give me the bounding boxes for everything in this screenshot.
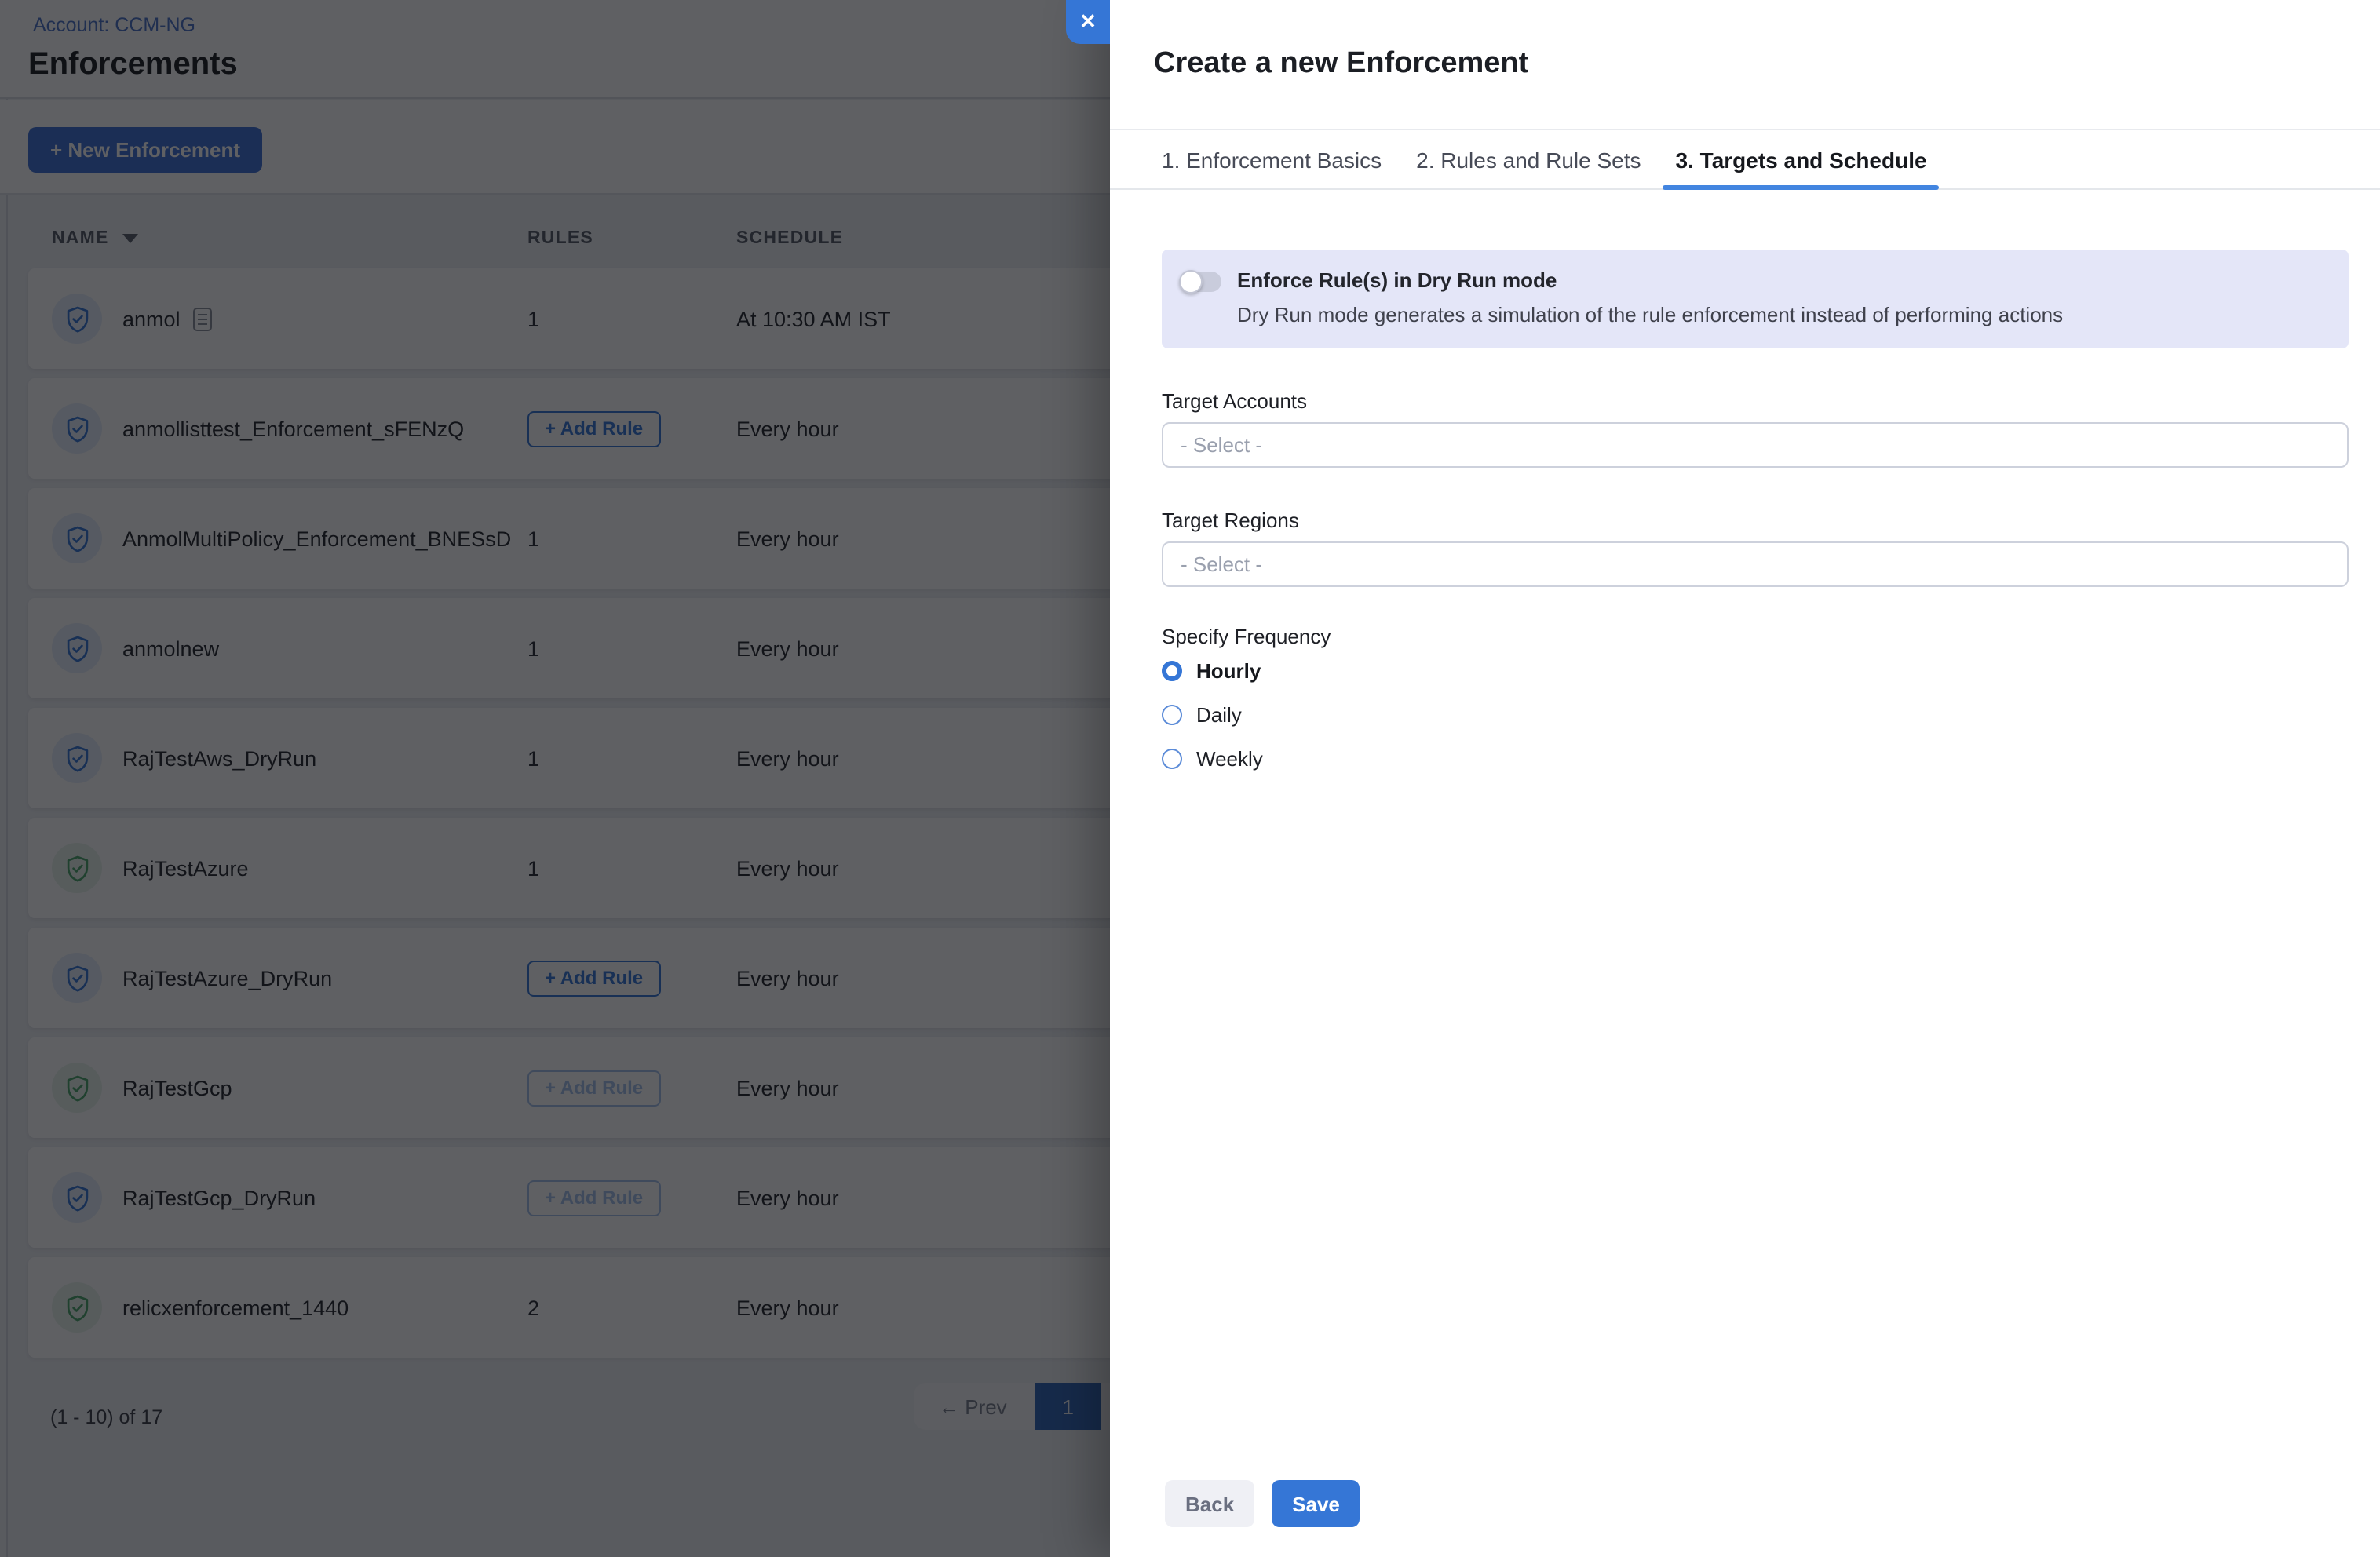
radio-icon <box>1162 749 1182 769</box>
modal-tab-bar: 1. Enforcement Basics 2. Rules and Rule … <box>1110 129 2380 190</box>
tab-rules-and-rule-sets[interactable]: 2. Rules and Rule Sets <box>1404 130 1653 188</box>
radio-icon <box>1162 705 1182 725</box>
dry-run-text: Enforce Rule(s) in Dry Run mode Dry Run … <box>1237 267 2063 330</box>
tab-enforcement-basics[interactable]: 1. Enforcement Basics <box>1149 130 1394 188</box>
dry-run-banner: Enforce Rule(s) in Dry Run mode Dry Run … <box>1162 250 2349 348</box>
specify-frequency-label: Specify Frequency <box>1162 625 2349 648</box>
save-button[interactable]: Save <box>1272 1480 1360 1527</box>
frequency-option-label: Daily <box>1196 703 1242 727</box>
back-button[interactable]: Back <box>1165 1480 1254 1527</box>
tab-targets-and-schedule[interactable]: 3. Targets and Schedule <box>1663 130 1940 188</box>
frequency-option-daily[interactable]: Daily <box>1162 694 2349 736</box>
dry-run-toggle[interactable] <box>1181 272 1221 292</box>
dry-run-title: Enforce Rule(s) in Dry Run mode <box>1237 267 2063 295</box>
dry-run-description: Dry Run mode generates a simulation of t… <box>1237 301 2063 330</box>
create-enforcement-panel: ✕ Create a new Enforcement 1. Enforcemen… <box>1110 0 2380 1557</box>
target-regions-select[interactable]: - Select - <box>1162 541 2349 587</box>
frequency-option-weekly[interactable]: Weekly <box>1162 738 2349 780</box>
modal-body: Enforce Rule(s) in Dry Run mode Dry Run … <box>1162 190 2349 1463</box>
toggle-knob <box>1179 270 1203 294</box>
frequency-option-hourly[interactable]: Hourly <box>1162 650 2349 692</box>
target-regions-label: Target Regions <box>1162 509 2349 534</box>
modal-title: Create a new Enforcement <box>1154 47 1528 82</box>
target-accounts-select[interactable]: - Select - <box>1162 422 2349 468</box>
modal-footer: Back Save <box>1165 1480 1360 1527</box>
target-accounts-label: Target Accounts <box>1162 389 2349 414</box>
close-icon[interactable]: ✕ <box>1066 0 1110 44</box>
frequency-option-label: Hourly <box>1196 659 1261 683</box>
frequency-option-label: Weekly <box>1196 747 1263 771</box>
radio-selected-icon <box>1162 661 1182 681</box>
app-window: Account: CCM-NG Enforcements + New Enfor… <box>0 0 2380 1557</box>
